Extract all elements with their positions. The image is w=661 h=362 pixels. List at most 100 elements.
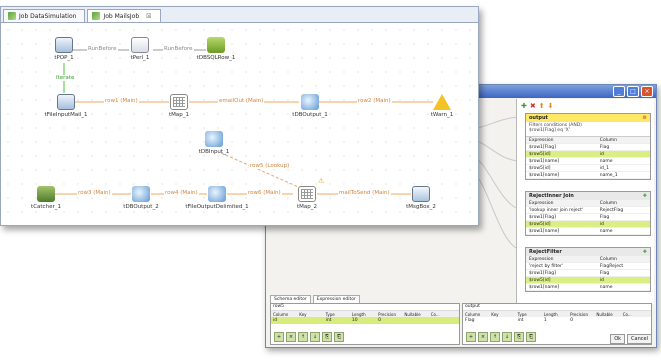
link-label-emailout[interactable]: emailOut (Main) [218, 98, 265, 104]
table-row[interactable]: $row1[name] name [526, 284, 650, 291]
table-row[interactable]: $row5[id] id [526, 151, 650, 158]
tab-label: Job MailsJob [103, 12, 140, 20]
component-tdboutput-1[interactable]: tDBOutput_1 [292, 94, 328, 118]
component-tdbsqlrow[interactable]: tDBSQLRow_1 [197, 37, 235, 61]
paste-icon[interactable]: ⎗ [526, 332, 536, 342]
move-up-icon[interactable]: ↑ [298, 332, 308, 342]
link-label-row4[interactable]: row4 (Main) [164, 190, 199, 196]
row-expression[interactable]: $row5[id] [529, 166, 600, 171]
row-expression[interactable]: $row1[name] [529, 159, 600, 164]
schema-cell[interactable]: 0 [570, 318, 596, 323]
component-label: tFileInputMail_1 [44, 112, 88, 118]
component-tcatcher[interactable]: tCatcher_1 [31, 186, 61, 210]
schema-row[interactable]: id int 10 0 [271, 317, 459, 324]
remove-icon[interactable]: × [478, 332, 488, 342]
component-tmsgbox[interactable]: tMsgBox_2 [406, 186, 436, 210]
link-label-mailtosend[interactable]: mailToSend (Main) [338, 190, 391, 196]
component-tperl[interactable]: tPerl_1 [131, 37, 149, 61]
remove-icon[interactable]: × [286, 332, 296, 342]
close-button[interactable]: × [641, 86, 653, 97]
component-tmap-1[interactable]: tMap_1 [169, 94, 189, 118]
row-expression[interactable]: $row5[id] [529, 278, 600, 283]
pop-icon [55, 37, 73, 53]
link-label-runbefore-1[interactable]: RunBefore [87, 46, 118, 52]
add-output-icon[interactable]: ✚ [521, 102, 527, 110]
component-tfileinputmail[interactable]: tFileInputMail_1 [44, 94, 88, 118]
table-row[interactable]: 'lookup inner join reject' RejectFlag [526, 207, 650, 214]
add-icon[interactable]: + [466, 332, 476, 342]
row-expression[interactable]: $row5[id] [529, 222, 600, 227]
row-expression[interactable]: 'lookup inner join reject' [529, 208, 600, 213]
component-tdboutput-2[interactable]: tDBOutput_2 [123, 186, 159, 210]
copy-icon[interactable]: ⎘ [322, 332, 332, 342]
component-label: tDBSQLRow_1 [196, 55, 236, 61]
tab-job-mailsjob[interactable]: Job MailsJob ☒ [87, 9, 161, 22]
row-expression[interactable]: $row1[Flag] [529, 271, 600, 276]
paste-icon[interactable]: ⎗ [334, 332, 344, 342]
schema-cell[interactable]: 0 [378, 318, 404, 323]
link-label-row1[interactable]: row1 (Main) [104, 98, 139, 104]
schema-cell[interactable]: 10 [352, 318, 378, 323]
schema-cell[interactable]: id [273, 318, 299, 323]
move-down-icon[interactable]: ↓ [502, 332, 512, 342]
tab-job-datasimulation[interactable]: Job DataSimulation [3, 9, 86, 22]
move-up-icon[interactable]: ⬆ [539, 102, 545, 110]
row-column: id_1 [599, 165, 610, 171]
row-column: id [599, 221, 604, 227]
table-row[interactable]: $row5[id] id_1 [526, 165, 650, 172]
row-expression[interactable]: $row5[id] [529, 152, 600, 157]
schema-cell[interactable]: int [326, 318, 352, 323]
table-row[interactable]: $row1[name] name [526, 228, 650, 235]
table-row[interactable]: 'reject by filter' FlagReject [526, 263, 650, 270]
table-row[interactable]: $row5[id] id [526, 221, 650, 228]
schema-cell[interactable]: Flag [465, 318, 491, 323]
row-expression[interactable]: $row1[name] [529, 229, 600, 234]
table-row[interactable]: $row1[Flag] Flag [526, 214, 650, 221]
cancel-button[interactable]: Cancel [627, 334, 652, 344]
table-row[interactable]: $row1[Flag] Flag [526, 144, 650, 151]
table-options-icon[interactable]: ⚙ [643, 115, 647, 121]
close-tab-icon[interactable]: ☒ [146, 13, 151, 20]
component-tdbinput[interactable]: tDBInput_1 [199, 131, 229, 155]
link-label-row5[interactable]: row5 (Lookup) [249, 163, 291, 169]
component-tpop[interactable]: tPOP_1 [54, 37, 74, 61]
table-options-icon[interactable]: ✚ [643, 249, 647, 255]
filter-expression[interactable]: $row1[Flag] eq 'X' [529, 128, 647, 133]
schema-cell[interactable]: int [518, 318, 544, 323]
minimize-button[interactable]: _ [613, 86, 625, 97]
warning-icon [433, 94, 451, 110]
row-expression[interactable]: $row1[Flag] [529, 215, 600, 220]
link-label-iterate[interactable]: Iterate [55, 75, 76, 81]
component-tmap-2[interactable]: tMap_2 [297, 186, 317, 210]
row-expression[interactable]: 'reject by filter' [529, 264, 600, 269]
row-expression[interactable]: $row1[name] [529, 285, 600, 290]
component-twarn[interactable]: tWarn_1 [431, 94, 453, 118]
add-icon[interactable]: + [274, 332, 284, 342]
table-row[interactable]: $row1[name] name_1 [526, 172, 650, 179]
component-tfileoutputdelimited[interactable]: tFileOutputDelimited_1 [185, 186, 249, 210]
copy-icon[interactable]: ⎘ [514, 332, 524, 342]
table-row[interactable]: $row5[id] id [526, 277, 650, 284]
row-expression[interactable]: $row1[name] [529, 173, 600, 178]
table-row[interactable]: $row1[name] name [526, 158, 650, 165]
link-label-runbefore-2[interactable]: RunBefore [163, 46, 194, 52]
move-down-icon[interactable]: ↓ [310, 332, 320, 342]
maximize-button[interactable]: □ [627, 86, 639, 97]
filter-area[interactable]: Filters conditions (AND) $row1[Flag] eq … [526, 122, 650, 137]
row-expression[interactable]: $row1[Flag] [529, 145, 600, 150]
link-label-row6[interactable]: row6 (Main) [247, 190, 282, 196]
schema-cell[interactable]: 1 [544, 318, 570, 323]
catcher-icon [37, 186, 55, 202]
schema-row[interactable]: Flag int 1 0 [463, 317, 651, 324]
schema-col-header: Length [351, 311, 366, 317]
link-label-row3[interactable]: row3 (Main) [77, 190, 112, 196]
move-up-icon[interactable]: ↑ [490, 332, 500, 342]
table-options-icon[interactable]: ✚ [643, 193, 647, 199]
link-label-row2[interactable]: row2 (Main) [357, 98, 392, 104]
move-down-icon[interactable]: ⬇ [548, 102, 554, 110]
table-row[interactable]: $row1[Flag] Flag [526, 270, 650, 277]
job-canvas[interactable]: RunBefore RunBefore Iterate row1 (Main) … [1, 23, 478, 225]
ok-button[interactable]: Ok [610, 334, 626, 344]
remove-output-icon[interactable]: ✖ [530, 102, 536, 110]
component-label: tMap_1 [168, 112, 190, 118]
